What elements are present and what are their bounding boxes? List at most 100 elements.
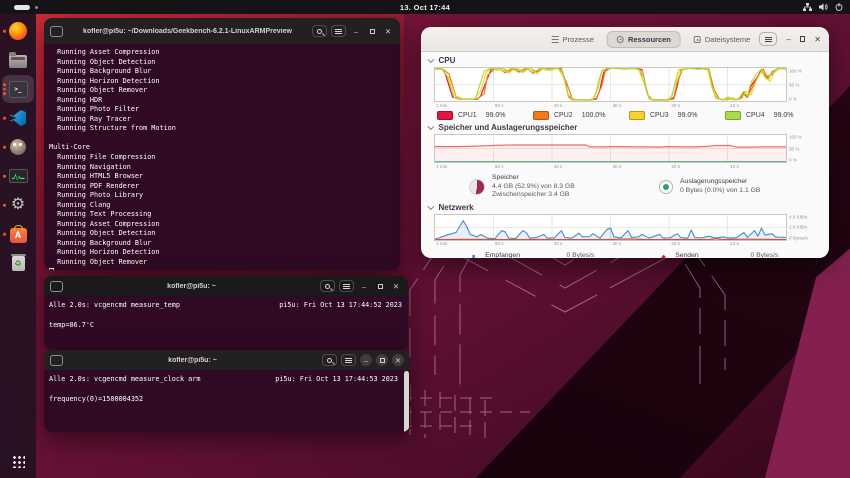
scrollbar[interactable] xyxy=(404,371,409,432)
watch-command: Alle 2.0s: vcgencmd measure_temp xyxy=(49,301,180,309)
x-axis-label: 50 s xyxy=(494,163,504,169)
close-button[interactable]: ✕ xyxy=(382,25,394,37)
search-button[interactable] xyxy=(320,280,335,292)
recv-label: Empfangen xyxy=(485,251,520,258)
send-rate: 0 Bytes/s xyxy=(750,251,779,258)
menu-button[interactable] xyxy=(331,25,346,37)
terminal-line: Running Background Blur xyxy=(49,67,152,76)
running-indicator xyxy=(3,145,6,149)
dock-item-gimp[interactable] xyxy=(3,134,33,160)
new-tab-icon[interactable] xyxy=(50,25,63,37)
legend-item-cpu4[interactable]: CPU4 99.0% xyxy=(725,111,821,120)
appcenter-icon: A xyxy=(9,224,27,243)
tab-label: Prozesse xyxy=(562,34,594,44)
close-button[interactable]: ✕ xyxy=(814,35,821,44)
cpu-section-title: CPU xyxy=(438,56,456,65)
files-icon xyxy=(9,52,27,68)
chevron-down-icon xyxy=(427,123,434,130)
cpu-legend: CPU1 99.0% CPU2 100.0% CPU3 99.0% CPU4 99.0% xyxy=(437,111,821,120)
terminal-titlebar[interactable]: kofler@pi5u: ~ – ✕ xyxy=(44,276,408,296)
memory-value: 4.4 GB (52.9%) von 8.3 GB xyxy=(492,182,575,190)
x-axis-label: 10 s xyxy=(730,241,739,247)
workspace-indicator-pill[interactable] xyxy=(14,5,30,10)
memory-pie-icon xyxy=(469,178,485,195)
clock[interactable]: 13. Oct 17:44 xyxy=(400,3,450,12)
tab-ressourcen[interactable]: Ressourcen xyxy=(606,30,681,48)
dock-item-settings[interactable]: ⚙ xyxy=(3,192,33,218)
menu-button[interactable] xyxy=(759,32,778,46)
list-icon xyxy=(551,35,559,43)
search-icon xyxy=(325,283,330,289)
system-tray[interactable] xyxy=(803,0,843,14)
memory-section-header[interactable]: Speicher und Auslagerungsspeicher xyxy=(427,123,821,132)
swap-dot-icon xyxy=(659,179,673,194)
terminal-window-clock: kofler@pi5u: ~ – ✕ Alle 2.0s: vcgencmd m… xyxy=(44,350,410,432)
gimp-icon xyxy=(10,139,26,155)
maximize-button[interactable] xyxy=(374,280,386,292)
legend-value: 99.0% xyxy=(773,112,794,119)
y-axis-label: 0 Bytes/s xyxy=(789,235,808,241)
legend-label: CPU4 xyxy=(746,112,765,119)
minimize-button[interactable]: – xyxy=(350,25,362,37)
hamburger-icon xyxy=(764,36,772,42)
menu-button[interactable] xyxy=(341,354,356,366)
legend-label: CPU2 xyxy=(554,112,573,119)
network-section-header[interactable]: Netzwerk xyxy=(427,203,821,212)
dock-item-terminal[interactable]: >_ xyxy=(2,75,34,103)
chevron-down-icon xyxy=(427,56,434,63)
legend-label: CPU3 xyxy=(650,112,669,119)
dock-item-files[interactable] xyxy=(3,47,33,73)
maximize-button[interactable] xyxy=(366,25,378,37)
search-button[interactable] xyxy=(322,354,337,366)
terminal-titlebar[interactable]: kofler@pi5u: ~/Downloads/Geekbench-6.2.1… xyxy=(44,18,400,44)
menu-button[interactable] xyxy=(339,280,354,292)
minimize-button[interactable]: – xyxy=(786,35,790,44)
settings-icon: ⚙ xyxy=(10,196,26,213)
memory-section-title: Speicher und Auslagerungsspeicher xyxy=(438,123,578,132)
new-tab-icon[interactable] xyxy=(50,354,63,366)
dock-item-appgrid[interactable] xyxy=(3,448,33,474)
tab-prozesse[interactable]: Prozesse xyxy=(543,31,603,48)
tab-dateisysteme[interactable]: Dateisysteme xyxy=(685,31,759,48)
terminal-output[interactable]: Running Asset Compression Running Object… xyxy=(44,44,400,270)
vscode-icon xyxy=(10,110,26,126)
maximize-button[interactable] xyxy=(376,354,388,366)
minimize-button[interactable]: – xyxy=(358,280,370,292)
dock-item-trash[interactable]: ♻ xyxy=(3,250,33,276)
new-tab-icon[interactable] xyxy=(50,280,63,292)
close-button[interactable]: ✕ xyxy=(390,280,402,292)
cpu-section-header[interactable]: CPU xyxy=(427,56,821,65)
running-indicator xyxy=(3,203,6,207)
x-axis-label: 30 s xyxy=(612,163,622,169)
swap-label: Auslagerungsspeicher xyxy=(680,178,748,186)
network-icon xyxy=(803,3,812,11)
terminal-output[interactable]: Alle 2.0s: vcgencmd measure_temp pi5u: F… xyxy=(44,296,408,350)
terminal-output[interactable]: Alle 2.0s: vcgencmd measure_clock arm pi… xyxy=(44,370,410,432)
x-axis-label: 20 s xyxy=(671,241,681,247)
minimize-button[interactable]: – xyxy=(360,354,372,366)
terminal-line: Running Asset Compression xyxy=(49,48,160,56)
maximize-button[interactable] xyxy=(799,36,806,42)
terminal-line: Running Object Remover xyxy=(49,258,148,267)
workspace-indicator-dot[interactable] xyxy=(35,6,38,9)
dock-item-firefox[interactable] xyxy=(3,18,33,44)
terminal-line: Running Text Processing xyxy=(49,210,152,219)
dock-item-appcenter[interactable]: A xyxy=(3,221,33,247)
hamburger-icon xyxy=(335,28,342,34)
legend-swatch xyxy=(629,111,645,120)
dock-item-sysmon[interactable] xyxy=(3,163,33,189)
running-indicator xyxy=(3,174,6,178)
y-axis-label: 0 % xyxy=(789,157,797,163)
sysmon-icon xyxy=(8,169,28,183)
search-button[interactable] xyxy=(312,25,327,37)
terminal-titlebar[interactable]: kofler@pi5u: ~ – ✕ xyxy=(44,350,410,370)
close-button[interactable]: ✕ xyxy=(392,354,404,366)
legend-item-cpu2[interactable]: CPU2 100.0% xyxy=(533,111,629,120)
gauge-icon xyxy=(616,35,624,43)
dock-item-vscode[interactable] xyxy=(3,105,33,131)
system-monitor-headerbar[interactable]: Prozesse Ressourcen Dateisysteme – ✕ xyxy=(421,27,829,52)
legend-item-cpu3[interactable]: CPU3 99.0% xyxy=(629,111,725,120)
y-axis-label: 100 % xyxy=(789,68,803,74)
legend-item-cpu1[interactable]: CPU1 99.0% xyxy=(437,111,533,120)
